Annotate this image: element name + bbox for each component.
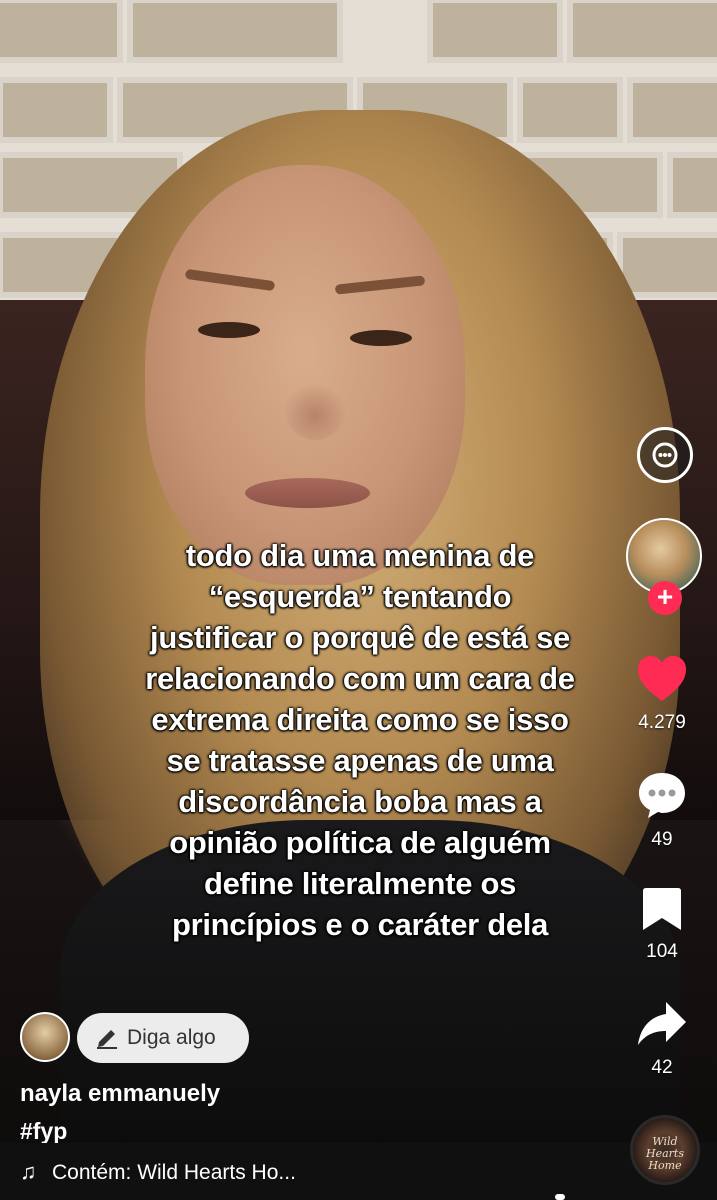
caption-line: justificar o porquê de está se xyxy=(150,620,570,655)
share-button[interactable]: 42 xyxy=(607,1000,717,1079)
video-caption-overlay: todo dia uma menina de “esquerda” tentan… xyxy=(110,535,610,945)
music-note-icon: ♫ xyxy=(20,1159,37,1184)
like-count: 4.279 xyxy=(638,712,686,733)
caption-line: relacionando com um cara de xyxy=(145,661,575,696)
caption-line: todo dia uma menina de xyxy=(185,538,535,573)
pencil-icon xyxy=(97,1030,117,1049)
music-title[interactable]: Contém: Wild Hearts Ho... xyxy=(52,1161,296,1185)
comment-button[interactable]: 49 xyxy=(607,770,717,851)
bookmark-icon xyxy=(643,888,681,930)
captions-button[interactable] xyxy=(637,427,693,483)
bookmark-count: 104 xyxy=(646,941,678,962)
share-count: 42 xyxy=(651,1057,673,1078)
caption-line: “esquerda” tentando xyxy=(208,579,512,614)
caption-line: discordância boba mas a xyxy=(178,784,542,819)
comment-input[interactable]: Diga algo xyxy=(77,1013,249,1063)
caption-line: opinião política de alguém xyxy=(169,825,551,860)
disc-album-art-text: Wild Hearts Home xyxy=(633,1136,697,1172)
commenter-avatar[interactable] xyxy=(20,1012,70,1062)
music-bar[interactable]: ♫ Contém: Wild Hearts Ho... xyxy=(0,1143,717,1200)
caption-line: define literalmente os xyxy=(203,866,517,901)
comment-icon xyxy=(639,773,685,818)
comment-count: 49 xyxy=(651,829,673,850)
caption-line: princípios e o caráter dela xyxy=(171,907,549,942)
nose xyxy=(285,380,345,440)
face xyxy=(145,165,465,585)
caption-line: se tratasse apenas de uma xyxy=(166,743,554,778)
music-disc[interactable]: Wild Hearts Home xyxy=(630,1115,700,1185)
captions-icon xyxy=(652,442,678,468)
hashtag-link[interactable]: #fyp xyxy=(20,1118,67,1145)
follow-plus-icon[interactable]: + xyxy=(648,581,682,615)
mouth xyxy=(245,478,370,508)
comment-input-placeholder: Diga algo xyxy=(127,1026,216,1049)
creator-username[interactable]: nayla emmanuely xyxy=(20,1080,220,1108)
bookmark-button[interactable]: 104 xyxy=(607,886,717,963)
heart-icon xyxy=(638,656,686,701)
right-eye xyxy=(350,330,412,346)
home-indicator xyxy=(555,1194,565,1200)
left-eye xyxy=(198,322,260,338)
like-button[interactable]: 4.279 xyxy=(607,655,717,734)
disc-label-line3: Home xyxy=(648,1159,682,1172)
caption-line: extrema direita como se isso xyxy=(151,702,569,737)
share-icon xyxy=(638,1002,686,1045)
